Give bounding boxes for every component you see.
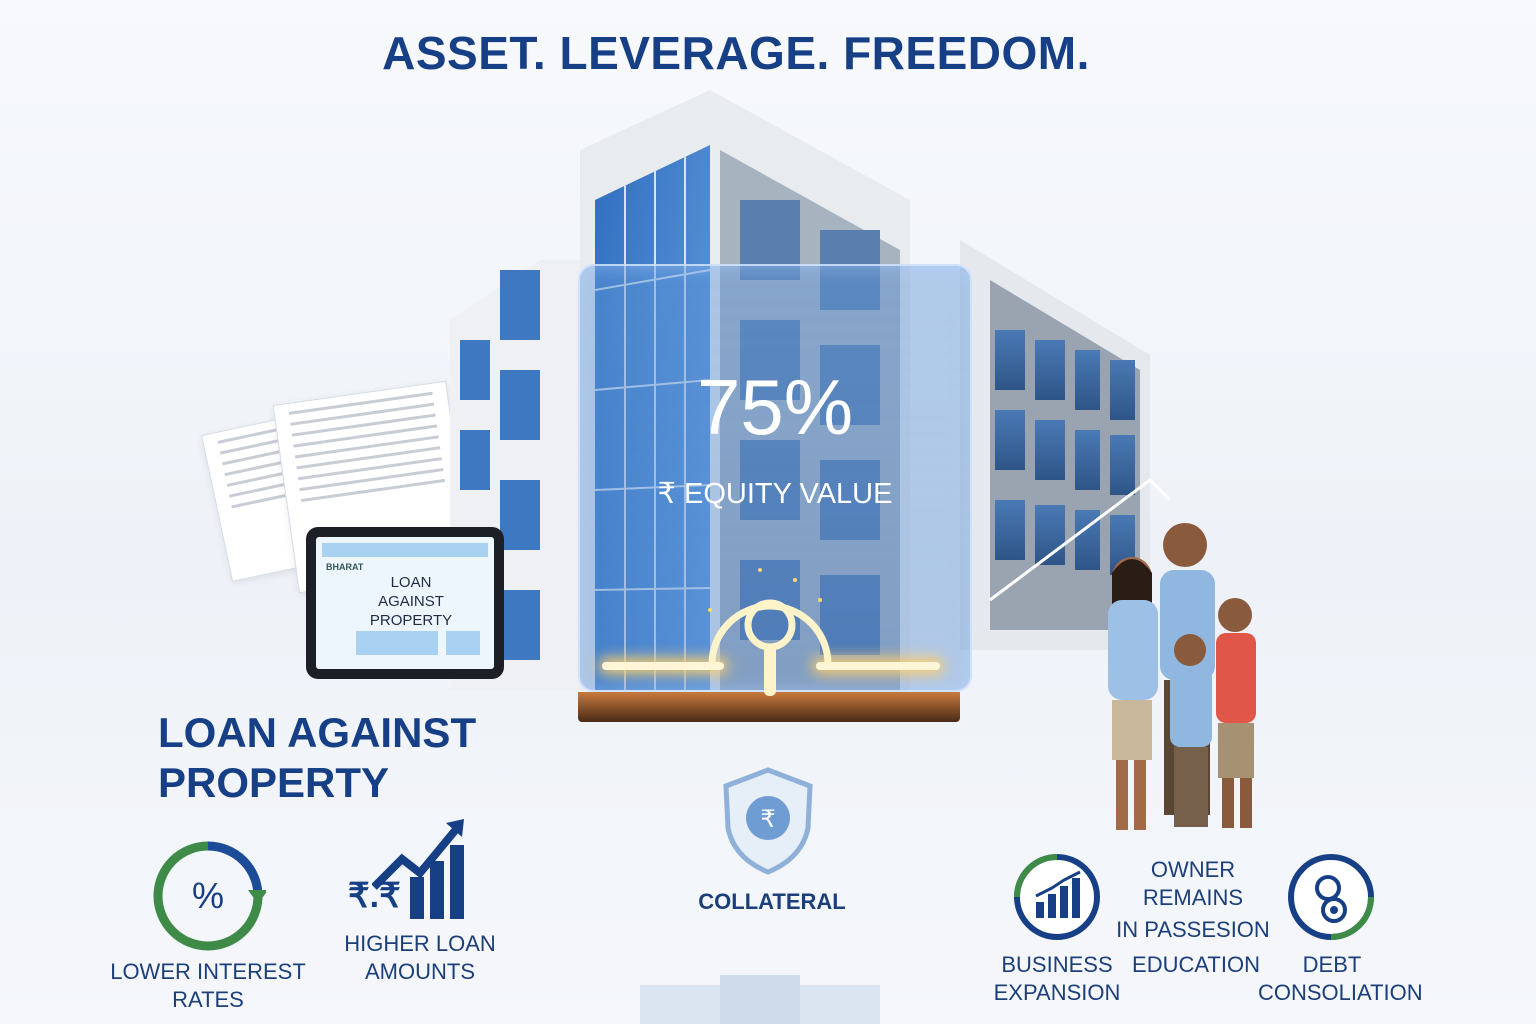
tablet-device: BHARAT LOAN AGAINST PROPERTY <box>306 527 504 679</box>
owner-line1: OWNER REMAINS <box>1142 857 1244 910</box>
faint-building-reflection <box>640 975 880 1024</box>
tablet-screen: BHARAT LOAN AGAINST PROPERTY <box>316 537 494 669</box>
growth-chart-icon <box>372 819 464 919</box>
bar-chart-icon <box>1014 854 1100 940</box>
business-expansion-label: BUSINESS EXPANSION <box>992 951 1122 1007</box>
owner-line2: IN PASSESION <box>1116 917 1270 942</box>
section-title: LOAN AGAINST PROPERTY <box>158 708 476 808</box>
education-label: EDUCATION <box>1132 952 1260 977</box>
key-lock-icon <box>708 568 832 696</box>
percent-cycle-icon: % <box>153 841 266 951</box>
tablet-brand: BHARAT <box>326 562 364 572</box>
family-illustration <box>1108 523 1256 830</box>
business-line2: EXPANSION <box>993 980 1121 1005</box>
higher-amounts-line2: AMOUNTS <box>365 959 475 984</box>
business-line1: BUSINESS <box>1001 952 1113 977</box>
section-title-line2: PROPERTY <box>158 759 390 806</box>
svg-text:%: % <box>192 875 224 916</box>
equity-percent: 75% <box>696 363 854 451</box>
coins-icon <box>1288 854 1374 940</box>
svg-text:₹: ₹ <box>760 805 775 833</box>
lower-rates-label: LOWER INTEREST RATES <box>110 959 306 1012</box>
headline: ASSET. LEVERAGE. FREEDOM. <box>382 27 1090 79</box>
shield-rupee-icon: ₹ <box>723 767 813 875</box>
higher-amounts-line1: HIGHER LOAN <box>344 931 496 956</box>
owner-possession-label: OWNER REMAINS IN PASSESION <box>1108 856 1278 944</box>
debt-consolidation-label: DEBT CONSOLIATION <box>1258 951 1423 1007</box>
tablet-title: LOAN AGAINST PROPERTY <box>369 574 453 629</box>
equity-value-label: ₹ EQUITY VALUE <box>657 478 893 510</box>
higher-amounts-label: HIGHER LOAN AMOUNTS <box>344 930 496 986</box>
debt-line1: DEBT <box>1302 952 1362 977</box>
debt-line2: CONSOLIATION <box>1258 980 1423 1005</box>
section-title-line1: LOAN AGAINST <box>158 709 477 756</box>
collateral-label: COLLATERAL <box>698 889 846 914</box>
